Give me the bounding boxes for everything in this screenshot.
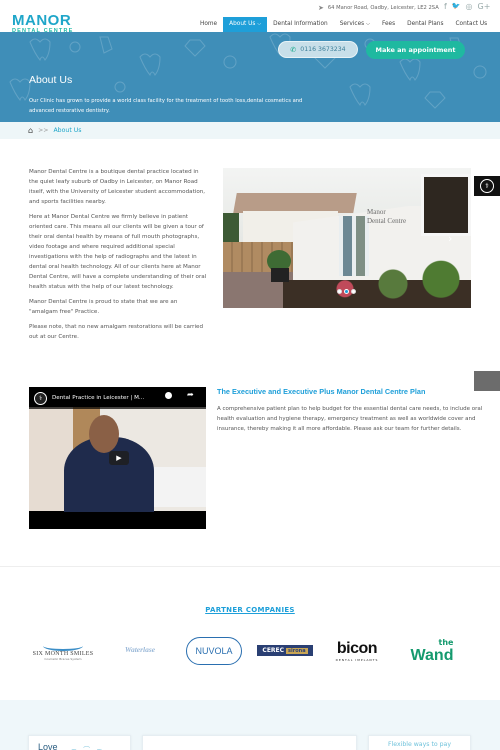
video-title[interactable]: Dental Practice in Leicester | M... <box>52 395 144 401</box>
twitter-icon[interactable]: 🐦 <box>452 2 461 11</box>
breadcrumb: ⌂ >> About Us <box>0 122 500 139</box>
partner-sub: sirona <box>286 647 308 654</box>
love-text: Love <box>38 742 58 750</box>
slide-decor <box>313 260 471 308</box>
slider-next-icon[interactable]: › <box>448 232 452 245</box>
slider-dots <box>337 289 356 294</box>
hero-description: Our Clinic has grown to provide a world … <box>29 98 303 114</box>
home-icon[interactable]: ⌂ <box>28 126 33 135</box>
partner-sub: DENTAL IMPLANTS <box>335 658 379 662</box>
slide-decor <box>271 268 289 282</box>
love-card[interactable]: Love ~ ⌒ ~ <box>28 735 131 750</box>
nav-home[interactable]: Home <box>194 17 223 32</box>
slider-dot[interactable] <box>337 289 342 294</box>
breadcrumb-separator: >> <box>38 127 49 134</box>
nav-label: Home <box>200 21 218 27</box>
intro-paragraph: Please note, that no new amalgam restora… <box>29 324 203 340</box>
chevron-down-icon: ⌵ <box>257 21 262 27</box>
partner-label: CEREC <box>262 647 285 654</box>
play-icon[interactable]: ▶ <box>109 451 129 465</box>
nav-fees[interactable]: Fees <box>376 17 401 32</box>
site-header: MANOR DENTAL CENTRE ➤ 64 Manor Road, Oad… <box>0 0 500 34</box>
plan-title: The Executive and Executive Plus Manor D… <box>217 387 426 396</box>
intro-paragraph: Manor Dental Centre is proud to state th… <box>29 299 178 315</box>
love-swirl-icon: ~ ⌒ ~ <box>71 746 105 750</box>
logo-main-text: MANOR <box>12 12 72 29</box>
partner-the-wand[interactable]: the Wand <box>397 636 467 668</box>
video-player[interactable]: ⚕ Dental Practice in Leicester | M... ➦ … <box>29 387 206 529</box>
partners-heading: PARTNER COMPANIES <box>0 597 500 616</box>
flexible-payment-text: Flexible ways to pay <box>387 741 452 748</box>
section-divider <box>0 566 500 567</box>
slider-dot-active[interactable] <box>344 289 349 294</box>
share-icon[interactable]: ➦ <box>187 390 194 399</box>
building-sign: Manor Dental Centre <box>367 208 407 225</box>
partner-bicon[interactable]: bicon DENTAL IMPLANTS <box>327 638 387 664</box>
breadcrumb-current[interactable]: About Us <box>53 127 81 134</box>
video-title-bar: ⚕ Dental Practice in Leicester | M... <box>29 387 206 409</box>
location-arrow-icon: ➤ <box>318 4 324 12</box>
page-title: About Us <box>29 74 73 86</box>
phone-button[interactable]: ✆ 0116 3673234 <box>278 41 358 58</box>
watch-later-icon[interactable] <box>165 392 172 399</box>
slide-decor <box>421 174 471 236</box>
six-month-smiles-logo-icon <box>43 641 83 651</box>
nav-dental-plans[interactable]: Dental Plans <box>401 17 449 32</box>
side-tab-button[interactable] <box>474 371 500 391</box>
instagram-icon[interactable]: ◎ <box>466 2 473 11</box>
phone-number: 0116 3673234 <box>300 46 346 53</box>
make-appointment-button[interactable]: Make an appointment <box>366 41 465 59</box>
intro-paragraph: Manor Dental Centre is a boutique dental… <box>29 169 206 205</box>
slide-decor <box>223 213 239 243</box>
nav-label: Contact Us <box>455 21 488 27</box>
partners-title[interactable]: PARTNER COMPANIES <box>205 606 295 614</box>
nav-services[interactable]: Services ⌵ <box>334 17 376 32</box>
partner-sub: Cosmetic Braces System <box>44 657 82 661</box>
google-plus-icon[interactable]: G+ <box>478 2 491 11</box>
address-text: 64 Manor Road, Oadby, Leicester, LE2 2SA <box>327 5 439 11</box>
intro-paragraph: Here at Manor Dental Centre we firmly be… <box>29 214 207 290</box>
image-slider[interactable]: Manor Dental Centre › <box>223 168 471 308</box>
partner-six-month-smiles[interactable]: SIX MONTH SMILES Cosmetic Braces System <box>30 636 96 666</box>
dental-emblem-icon: ⚕ <box>480 179 494 193</box>
chevron-down-icon: ⌵ <box>366 21 370 27</box>
center-card[interactable] <box>142 735 357 750</box>
partner-label: bicon <box>336 640 378 657</box>
partner-label: Wand <box>410 647 454 664</box>
hero-banner: ✆ 0116 3673234 Make an appointment About… <box>0 32 500 122</box>
partner-small-label: the <box>438 638 454 647</box>
nav-contact-us[interactable]: Contact Us <box>449 17 493 32</box>
partner-cerec[interactable]: CEREC sirona <box>257 645 313 656</box>
slider-dot[interactable] <box>351 289 356 294</box>
social-links: f 🐦 ◎ G+ <box>444 2 490 11</box>
nav-label: Dental Information <box>273 21 328 27</box>
partner-label: Waterlase <box>124 644 156 654</box>
nav-label: Dental Plans <box>407 21 444 27</box>
main-nav: Home About Us ⌵ Dental Information Servic… <box>194 17 493 32</box>
nav-dental-information[interactable]: Dental Information <box>267 17 334 32</box>
side-badge-button[interactable]: ⚕ <box>474 176 500 196</box>
partner-label: NUVOLA <box>195 646 233 656</box>
phone-icon: ✆ <box>290 45 297 54</box>
partner-nuvola[interactable]: NUVOLA <box>186 637 242 665</box>
slide-decor <box>233 193 357 213</box>
video-decor <box>89 415 119 453</box>
nav-about-us[interactable]: About Us ⌵ <box>223 17 268 32</box>
nav-label: Services <box>339 21 365 27</box>
plan-description: A comprehensive patient plan to help bud… <box>217 406 483 432</box>
channel-logo-icon[interactable]: ⚕ <box>34 391 47 405</box>
facebook-icon[interactable]: f <box>444 2 447 11</box>
flexible-payment-card[interactable]: Flexible ways to pay <box>368 735 471 750</box>
nav-label: About Us <box>229 21 256 27</box>
nav-label: Fees <box>381 21 396 27</box>
address-line: ➤ 64 Manor Road, Oadby, Leicester, LE2 2… <box>318 4 439 12</box>
intro-text: Manor Dental Centre is a boutique dental… <box>29 167 207 347</box>
partner-waterlase[interactable]: Waterlase <box>116 642 164 656</box>
